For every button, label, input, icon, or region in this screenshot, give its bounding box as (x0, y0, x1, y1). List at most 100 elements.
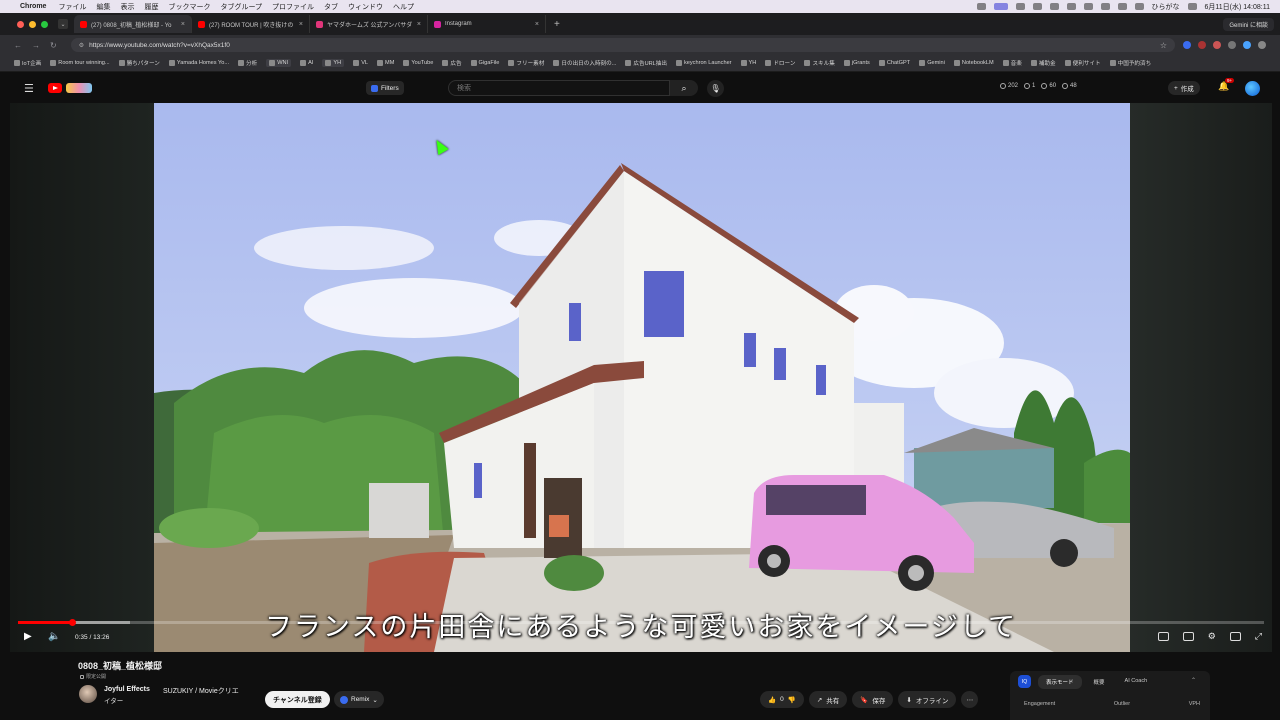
browser-tab[interactable]: Instagram × (428, 15, 546, 33)
menubar-item[interactable]: 表示 (120, 2, 134, 12)
bookmark-item[interactable]: jGrants (843, 60, 870, 66)
profile-avatar[interactable] (1243, 41, 1251, 49)
bookmark-item[interactable]: 広告 (442, 59, 462, 67)
collaborator-name[interactable]: SUZUKIY / Movieクリエ (163, 686, 239, 696)
browser-tab[interactable]: (27) ROOM TOUR | 吹き抜けの × (192, 15, 310, 33)
youtube-logo[interactable] (47, 83, 92, 93)
new-tab-icon[interactable]: + (554, 19, 560, 30)
settings-gear-icon[interactable]: ⚙ (1208, 631, 1216, 642)
bookmark-item[interactable]: 日の出日の入時刻の... (553, 59, 616, 67)
filters-button[interactable]: Filters (366, 81, 404, 95)
bookmark-item[interactable]: 中国予約済ち (1109, 59, 1151, 67)
menubar-clock[interactable]: 6月11日(水) 14:08:11 (1205, 2, 1271, 12)
forward-icon[interactable]: → (32, 41, 40, 50)
create-button[interactable]: + 作成 (1168, 81, 1200, 95)
extensions-puzzle-icon[interactable] (1228, 41, 1236, 49)
menubar-item[interactable]: 編集 (96, 2, 110, 12)
bookmark-item[interactable]: IoT企画 (14, 59, 41, 67)
menubar-item[interactable]: 履歴 (144, 2, 158, 12)
minimize-window-icon[interactable] (29, 20, 36, 28)
status-icon[interactable] (993, 3, 1008, 10)
extension-icon[interactable] (1183, 41, 1191, 49)
search-input[interactable]: 検索 (448, 80, 670, 96)
fullscreen-icon[interactable]: ⤢ (1255, 631, 1262, 642)
video-frame[interactable] (154, 103, 1130, 652)
control-center-icon[interactable] (1187, 3, 1197, 10)
bookmark-item[interactable]: スキル集 (804, 59, 835, 67)
bookmark-item[interactable]: 分析 (238, 59, 257, 67)
status-icon[interactable] (1100, 3, 1110, 10)
browser-tab[interactable]: ヤマダホームズ 公式アンバサダ × (310, 15, 428, 33)
remix-button[interactable]: Remix ⌄ (334, 691, 384, 708)
status-icon[interactable] (1032, 3, 1042, 10)
bookmark-item[interactable]: WNI (266, 59, 292, 67)
menubar-item[interactable]: タブ (324, 2, 338, 12)
bookmark-item[interactable]: YouTube (403, 60, 433, 66)
menubar-item[interactable]: ブックマーク (168, 2, 210, 12)
subscribe-button[interactable]: チャンネル登録 (265, 691, 330, 708)
bookmark-item[interactable]: 勝ちパターン (118, 59, 160, 67)
close-tab-icon[interactable]: × (181, 21, 185, 28)
bookmark-item[interactable]: YH (740, 60, 756, 66)
status-icon[interactable] (1083, 3, 1093, 10)
bookmark-item[interactable]: GigaFile (470, 60, 499, 66)
menubar-item[interactable]: ファイル (58, 2, 86, 12)
gemini-button[interactable]: Gemini に相談 (1223, 17, 1274, 31)
status-icon[interactable] (1015, 3, 1025, 10)
zoom-window-icon[interactable] (41, 20, 48, 28)
bookmark-item[interactable]: AI (300, 60, 313, 66)
close-tab-icon[interactable]: × (299, 21, 303, 28)
scrubber-handle[interactable] (68, 619, 76, 626)
download-button[interactable]: ⬇ オフライン (898, 691, 957, 708)
menubar-item[interactable]: プロファイル (272, 2, 314, 12)
thumbs-down-icon[interactable]: 👎 (788, 696, 796, 704)
reload-icon[interactable]: ↻ (50, 41, 57, 50)
menubar-item[interactable]: タブグループ (220, 2, 262, 12)
extension-icon[interactable] (1213, 41, 1221, 49)
more-actions-button[interactable]: ⋯ (961, 691, 979, 708)
progress-bar[interactable] (18, 619, 1264, 626)
bookmark-item[interactable]: YH (322, 59, 345, 67)
subtitles-icon[interactable] (1182, 632, 1194, 641)
close-tab-icon[interactable]: × (535, 21, 539, 28)
theater-mode-icon[interactable] (1229, 632, 1241, 641)
bookmark-star-icon[interactable]: ☆ (1160, 41, 1167, 50)
bookmark-item[interactable]: ChatGPT (878, 60, 910, 66)
bookmark-item[interactable]: MM (377, 60, 394, 66)
bookmark-item[interactable]: 補助金 (1030, 59, 1056, 67)
search-button[interactable]: ⌕ (670, 80, 698, 96)
input-method-label[interactable]: ひらがな (1152, 2, 1180, 12)
site-info-icon[interactable]: ⚙ (79, 42, 84, 49)
channel-avatar[interactable] (79, 685, 97, 703)
bookmark-item[interactable]: 音楽 (1002, 59, 1022, 67)
extension-icon[interactable] (1198, 41, 1206, 49)
bookmark-item[interactable]: Room tour winning... (50, 60, 110, 66)
address-bar[interactable]: ⚙ https://www.youtube.com/watch?v=vXhQax… (70, 38, 1175, 52)
wifi-icon[interactable] (1134, 3, 1144, 10)
like-button[interactable]: 👍 0 👎 (760, 691, 804, 708)
bookmark-item[interactable]: 便利サイト (1064, 59, 1101, 67)
close-window-icon[interactable] (17, 20, 24, 28)
channel-name[interactable]: Joyful Effects (104, 686, 150, 693)
play-icon[interactable]: ▶ (24, 631, 32, 642)
extension-player-icon[interactable] (1157, 632, 1169, 641)
battery-icon[interactable] (1117, 3, 1127, 10)
back-icon[interactable]: ← (14, 41, 22, 50)
menu-icon[interactable]: ☰ (24, 82, 34, 95)
bookmark-item[interactable]: Yamada Homes Yo... (168, 60, 229, 66)
tab-search-icon[interactable]: ⌄ (58, 19, 68, 29)
browser-tab[interactable]: (27) 0808_初稿_植松様邸 - Yo × (74, 15, 192, 33)
bookmark-item[interactable]: 広告URL抽出 (625, 59, 667, 67)
menubar-item[interactable]: ウィンドウ (348, 2, 383, 12)
bookmark-item[interactable]: NotebookLM (953, 60, 994, 66)
status-icon[interactable] (976, 3, 986, 10)
account-avatar[interactable] (1245, 81, 1260, 96)
bookmark-item[interactable]: keychron Launcher (675, 60, 732, 66)
save-button[interactable]: 🔖 保存 (852, 691, 894, 708)
video-player[interactable]: フランスの片田舎にあるような可愛いお家をイメージして ▶ 🔈 0:35 / 13… (10, 103, 1272, 652)
menubar-app-name[interactable]: Chrome (20, 3, 46, 10)
bookmark-item[interactable]: VL (353, 60, 368, 66)
status-icon[interactable] (1049, 3, 1059, 10)
panel-tab-ai-coach[interactable]: AI Coach (1117, 675, 1156, 689)
share-button[interactable]: ↗ 共有 (808, 691, 848, 708)
